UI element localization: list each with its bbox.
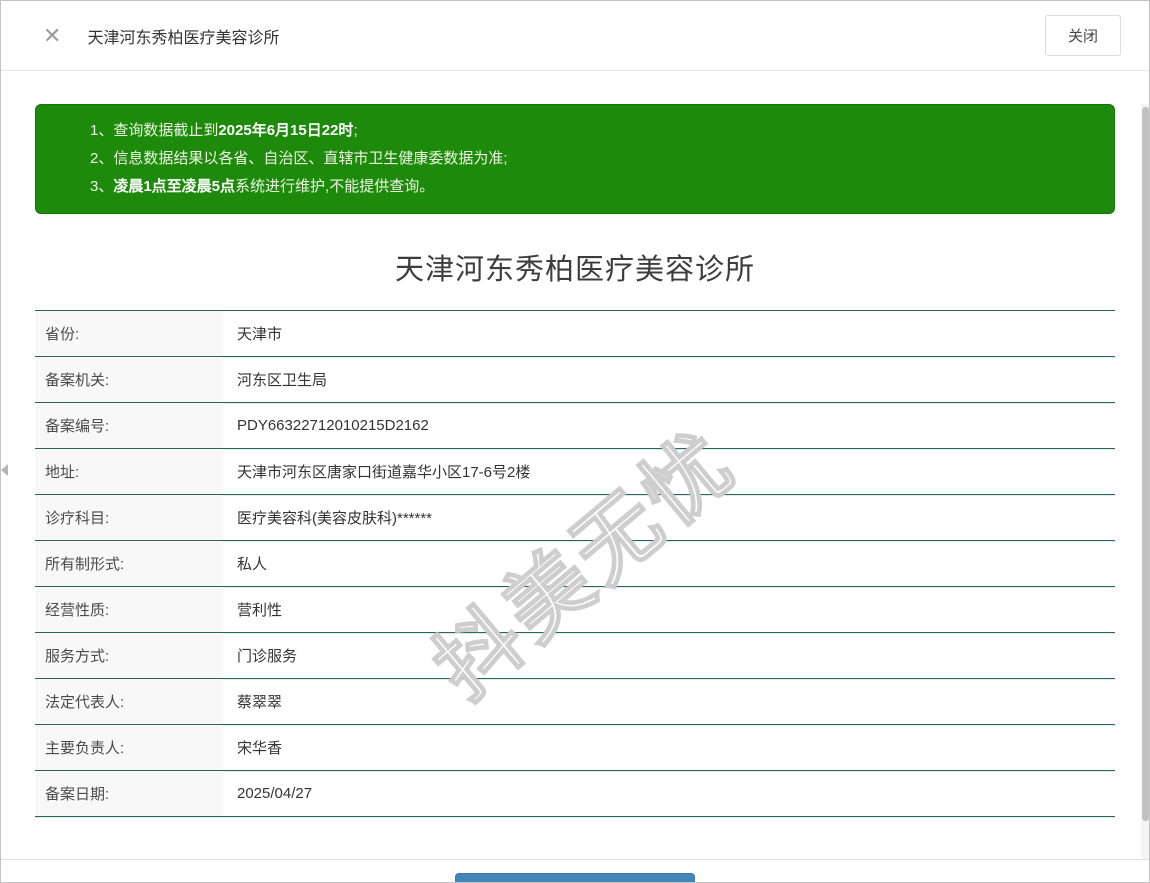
- table-row: 所有制形式: 私人: [35, 541, 1115, 587]
- row-label: 经营性质:: [35, 587, 223, 632]
- row-value: 私人: [237, 556, 268, 573]
- modal-content: 1、查询数据截止到2025年6月15日22时; 2、信息数据结果以各省、自治区、直…: [1, 104, 1149, 859]
- row-value: 蔡翠翠: [237, 694, 283, 711]
- row-label: 备案日期:: [35, 771, 223, 816]
- table-row: 服务方式: 门诊服务: [35, 633, 1115, 679]
- row-value: 营利性: [237, 602, 283, 619]
- modal-footer: 〖关闭窗口〗 ©本图由平台注册用户上传: [1, 859, 1149, 882]
- notice-line: 3、凌晨1点至凌晨5点系统进行维护,不能提供查询。: [90, 178, 435, 195]
- left-edge-arrow-icon: [1, 464, 8, 476]
- row-label: 所有制形式:: [35, 541, 223, 586]
- row-value: 医疗美容科(美容皮肤科)******: [237, 510, 433, 527]
- modal-title: 天津河东秀柏医疗美容诊所: [87, 29, 280, 47]
- row-value: PDY66322712010215D2162: [237, 417, 429, 434]
- table-row: 诊疗科目: 医疗美容科(美容皮肤科)******: [35, 495, 1115, 541]
- row-label: 主要负责人:: [35, 725, 223, 770]
- table-row: 地址: 天津市河东区唐家口街道嘉华小区17-6号2楼: [35, 449, 1115, 495]
- row-label: 地址:: [35, 449, 223, 494]
- row-label: 诊疗科目:: [35, 495, 223, 540]
- row-label: 备案机关:: [35, 357, 223, 402]
- table-row: 备案日期: 2025/04/27: [35, 771, 1115, 817]
- record-title: 天津河东秀柏医疗美容诊所: [394, 254, 755, 286]
- row-label: 省份:: [35, 311, 223, 356]
- notice-line: 1、查询数据截止到2025年6月15日22时;: [90, 122, 358, 139]
- close-window-button[interactable]: 〖关闭窗口〗: [455, 873, 695, 882]
- row-label: 备案编号:: [35, 403, 223, 448]
- close-icon[interactable]: ✕: [43, 24, 61, 47]
- row-value: 天津市河东区唐家口街道嘉华小区17-6号2楼: [237, 464, 531, 481]
- row-label: 服务方式:: [35, 633, 223, 678]
- table-row: 经营性质: 营利性: [35, 587, 1115, 633]
- notice-box: 1、查询数据截止到2025年6月15日22时; 2、信息数据结果以各省、自治区、直…: [35, 104, 1115, 214]
- modal-window: ✕ 天津河东秀柏医疗美容诊所 关闭 1、查询数据截止到2025年6月15日22时…: [0, 0, 1150, 883]
- table-row: 省份: 天津市: [35, 311, 1115, 357]
- row-value: 天津市: [237, 326, 283, 343]
- row-label: 法定代表人:: [35, 679, 223, 724]
- close-button[interactable]: 关闭: [1044, 15, 1121, 56]
- scrollbar-thumb[interactable]: [1141, 107, 1149, 821]
- row-value: 宋华香: [237, 740, 283, 757]
- notice-list: 1、查询数据截止到2025年6月15日22时; 2、信息数据结果以各省、自治区、直…: [90, 117, 1094, 201]
- modal-header: ✕ 天津河东秀柏医疗美容诊所 关闭: [1, 1, 1149, 71]
- scrollbar-track[interactable]: [1141, 104, 1149, 859]
- row-value: 河东区卫生局: [237, 372, 328, 389]
- table-row: 备案编号: PDY66322712010215D2162: [35, 403, 1115, 449]
- record-table: 省份: 天津市 备案机关: 河东区卫生局 备案编号: PDY6632271201…: [35, 310, 1115, 817]
- table-row: 备案机关: 河东区卫生局: [35, 357, 1115, 403]
- row-value: 2025/04/27: [237, 785, 313, 802]
- table-row: 主要负责人: 宋华香: [35, 725, 1115, 771]
- table-row: 法定代表人: 蔡翠翠: [35, 679, 1115, 725]
- row-value: 门诊服务: [237, 648, 298, 665]
- notice-line: 2、信息数据结果以各省、自治区、直辖市卫生健康委数据为准;: [90, 150, 508, 167]
